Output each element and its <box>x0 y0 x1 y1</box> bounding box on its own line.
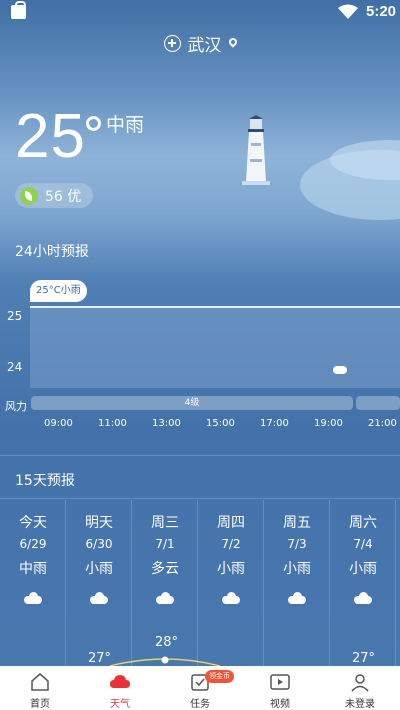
high-temp-label: 27° <box>352 651 376 666</box>
hourly-forecast[interactable]: 25°C小雨 25 24 风力 4级 09:00 11:00 13:00 15:… <box>0 278 400 438</box>
status-bar: 5:20 <box>0 0 400 24</box>
high-temp-label: 27° <box>88 651 112 666</box>
daily-forecast[interactable]: 今天 6/29 中雨 明天 6/30 小雨 周三 7/1 多云 周四 7/2 小… <box>0 500 400 666</box>
nav-label: 天气 <box>110 699 130 710</box>
hourly-tooltip: 25°C小雨 <box>30 280 87 302</box>
wind-bar: 4级 <box>31 396 353 410</box>
hour-label: 15:00 <box>206 418 235 429</box>
day-date: 7/2 <box>221 537 241 551</box>
hour-label: 11:00 <box>98 418 127 429</box>
divider <box>0 498 400 499</box>
day-date: 6/30 <box>85 537 113 551</box>
y-label: 24 <box>7 360 23 374</box>
hourly-title: 24小时预报 <box>15 244 89 260</box>
status-time: 5:20 <box>366 3 397 20</box>
nav-label: 未登录 <box>345 699 375 710</box>
home-icon <box>31 673 49 691</box>
shopping-bag-icon <box>11 1 26 19</box>
day-name: 周六 <box>349 515 377 531</box>
hour-label: 09:00 <box>44 418 73 429</box>
bottom-nav: 首页 天气 任务 视频 未登录 <box>0 666 400 710</box>
cloud-icon <box>156 592 174 604</box>
header: 武汉 <box>0 30 400 56</box>
cloud-rain-icon <box>288 592 306 604</box>
nav-profile[interactable]: 未登录 <box>320 666 400 710</box>
day-date: 7/3 <box>287 537 307 551</box>
day-date: 6/29 <box>19 537 47 551</box>
high-temp-curve <box>109 656 221 666</box>
nav-label: 任务 <box>190 699 210 710</box>
day-condition: 多云 <box>151 561 179 577</box>
day-name: 明天 <box>85 515 113 531</box>
current-temperature: 25 <box>15 102 86 171</box>
y-label: 25 <box>7 309 23 323</box>
day-name: 周四 <box>217 515 245 531</box>
aqi-badge[interactable]: 56 优 <box>15 183 94 208</box>
leaf-icon <box>20 186 38 205</box>
nav-weather[interactable]: 天气 <box>80 666 160 710</box>
cloud-icon <box>110 675 130 688</box>
cloud-rain-icon <box>354 592 372 604</box>
day-condition: 中雨 <box>19 561 47 577</box>
hour-label: 13:00 <box>152 418 181 429</box>
nav-label: 首页 <box>30 699 50 710</box>
cloud-rain-icon <box>222 592 240 604</box>
day-condition: 小雨 <box>85 561 113 577</box>
nav-video[interactable]: 视频 <box>240 666 320 710</box>
user-icon <box>351 674 369 692</box>
hourly-temperature-area <box>30 306 400 388</box>
high-temp-label: 28° <box>155 635 179 650</box>
divider <box>0 455 400 456</box>
cloud-rain-icon <box>90 592 108 604</box>
current-condition: 中雨 <box>106 114 145 136</box>
hour-label: 17:00 <box>260 418 289 429</box>
day-condition: 小雨 <box>283 561 311 577</box>
day-name: 今天 <box>19 515 47 531</box>
degree-symbol <box>86 116 101 131</box>
wifi-icon <box>338 4 358 19</box>
location-pin-icon <box>226 36 239 48</box>
wind-bar <box>356 396 400 410</box>
hour-label: 21:00 <box>368 418 397 429</box>
city-name[interactable]: 武汉 <box>188 31 222 56</box>
wind-label: 风力 <box>5 400 27 413</box>
lighthouse-illustration <box>242 115 270 185</box>
day-date: 7/4 <box>353 537 373 551</box>
day-date: 7/1 <box>155 537 175 551</box>
cloud-icon <box>333 366 347 374</box>
coin-badge: 领金币 <box>205 670 234 683</box>
day-condition: 小雨 <box>217 561 245 577</box>
day-name: 周三 <box>151 515 179 531</box>
hour-label: 19:00 <box>314 418 343 429</box>
day-condition: 小雨 <box>349 561 377 577</box>
video-play-icon <box>270 674 290 690</box>
aqi-value: 56 优 <box>45 188 82 205</box>
nav-label: 视频 <box>270 699 290 710</box>
nav-home[interactable]: 首页 <box>0 666 80 710</box>
day-name: 周五 <box>283 515 311 531</box>
add-city-icon[interactable] <box>163 34 181 52</box>
cloud-rain-icon <box>24 592 42 604</box>
daily-title: 15天预报 <box>15 473 75 489</box>
